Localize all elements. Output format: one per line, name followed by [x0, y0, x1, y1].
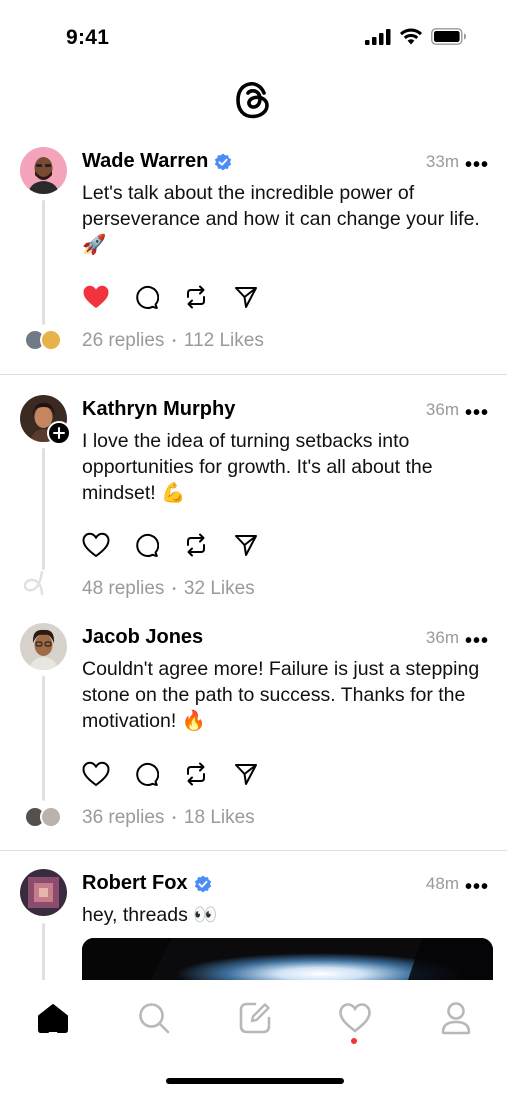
- thread-line: [42, 923, 45, 980]
- compose-icon[interactable]: [237, 1000, 273, 1036]
- repost-icon[interactable]: [182, 531, 210, 559]
- likes-count[interactable]: 32 Likes: [184, 578, 255, 600]
- repost-icon[interactable]: [182, 760, 210, 788]
- cellular-signal-icon: [365, 28, 391, 45]
- avatar[interactable]: [20, 869, 67, 916]
- post-time: 48m: [425, 874, 459, 893]
- profile-icon[interactable]: [438, 1000, 474, 1036]
- verified-badge-icon: [215, 152, 232, 171]
- stats-separator: •: [172, 583, 176, 595]
- activity-notification-dot: [351, 1038, 357, 1044]
- replies-count[interactable]: 26 replies: [82, 330, 164, 352]
- post-text: Let's talk about the incredible power of…: [82, 182, 480, 256]
- heart-icon[interactable]: [82, 531, 110, 559]
- wifi-icon: [400, 28, 422, 45]
- thread-loop-icon: [23, 570, 44, 596]
- post-text: hey, threads 👀: [82, 904, 218, 926]
- tab-bar: [0, 980, 507, 1096]
- reply-avatars: [24, 329, 62, 351]
- comment-icon[interactable]: [132, 760, 160, 788]
- post-text: Couldn't agree more! Failure is just a s…: [82, 658, 480, 732]
- reply-avatar: [40, 806, 62, 828]
- send-icon[interactable]: [232, 283, 260, 311]
- battery-icon: [431, 28, 466, 45]
- search-icon[interactable]: [136, 1000, 172, 1036]
- post-image[interactable]: [82, 938, 493, 980]
- thread-feed[interactable]: Wade Warren 33m ••• Let's talk about the…: [0, 140, 507, 980]
- more-options-button[interactable]: •••: [465, 155, 489, 175]
- home-indicator: [166, 1078, 344, 1084]
- thread-line: [42, 200, 45, 325]
- status-time: 9:41: [66, 26, 110, 49]
- post-actions: [82, 531, 260, 559]
- likes-count[interactable]: 112 Likes: [184, 330, 264, 352]
- post-stats: 26 replies • 112 Likes: [82, 330, 264, 352]
- more-options-button[interactable]: •••: [465, 877, 489, 897]
- author[interactable]: Jacob Jones: [82, 626, 203, 649]
- replies-count[interactable]: 48 replies: [82, 578, 164, 600]
- reply-avatar: [40, 329, 62, 351]
- thread-line: [42, 676, 45, 801]
- author-name[interactable]: Jacob Jones: [82, 626, 203, 649]
- author-name[interactable]: Robert Fox: [82, 872, 188, 895]
- status-icons: [365, 28, 467, 45]
- thread-line: [42, 448, 45, 570]
- thread-post[interactable]: Kathryn Murphy 36m ••• I love the idea o…: [0, 375, 507, 615]
- send-icon[interactable]: [232, 531, 260, 559]
- follow-button[interactable]: [47, 421, 71, 445]
- more-options-button[interactable]: •••: [465, 631, 489, 651]
- threads-logo-icon: [236, 81, 269, 119]
- replies-count[interactable]: 36 replies: [82, 807, 164, 829]
- post-stats: 36 replies • 18 Likes: [82, 807, 255, 829]
- heart-icon[interactable]: [82, 760, 110, 788]
- comment-icon[interactable]: [132, 283, 160, 311]
- repost-icon[interactable]: [182, 283, 210, 311]
- home-icon[interactable]: [35, 1000, 71, 1036]
- author[interactable]: Wade Warren: [82, 150, 232, 173]
- author[interactable]: Kathryn Murphy: [82, 398, 235, 421]
- reply-avatars: [24, 806, 62, 828]
- post-text: I love the idea of turning setbacks into…: [82, 430, 433, 504]
- stats-separator: •: [172, 812, 176, 824]
- avatar[interactable]: [20, 147, 67, 194]
- heart-icon[interactable]: [82, 283, 110, 311]
- post-stats: 48 replies • 32 Likes: [82, 578, 255, 600]
- stats-separator: •: [172, 335, 176, 347]
- thread-post[interactable]: Wade Warren 33m ••• Let's talk about the…: [0, 140, 507, 375]
- verified-badge-icon: [194, 874, 211, 893]
- author[interactable]: Robert Fox: [82, 872, 212, 895]
- status-bar: 9:41: [0, 0, 507, 70]
- activity-icon[interactable]: [337, 1000, 373, 1036]
- thread-post[interactable]: Robert Fox 48m ••• hey, threads 👀: [0, 851, 507, 980]
- avatar[interactable]: [20, 623, 67, 670]
- more-options-button[interactable]: •••: [465, 403, 489, 423]
- author-name[interactable]: Wade Warren: [82, 150, 208, 173]
- plus-icon: [53, 427, 65, 439]
- likes-count[interactable]: 18 Likes: [184, 807, 255, 829]
- post-actions: [82, 283, 260, 311]
- post-time: 33m: [425, 152, 459, 171]
- author-name[interactable]: Kathryn Murphy: [82, 398, 235, 421]
- thread-post[interactable]: Jacob Jones 36m ••• Couldn't agree more!…: [0, 615, 507, 850]
- send-icon[interactable]: [232, 760, 260, 788]
- post-actions: [82, 760, 260, 788]
- post-time: 36m: [425, 400, 459, 419]
- comment-icon[interactable]: [132, 531, 160, 559]
- post-time: 36m: [425, 628, 459, 647]
